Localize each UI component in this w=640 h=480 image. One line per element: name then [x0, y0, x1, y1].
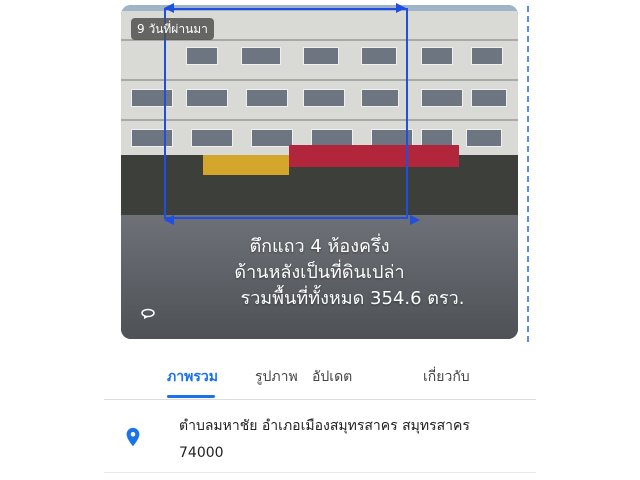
photo-age-badge: 9 วันที่ผ่านมา [131, 18, 214, 40]
location-pin-icon [126, 427, 140, 447]
caption-line-2: ด้านหลังเป็นที่ดินเปล่า [234, 262, 405, 283]
tab-about[interactable]: เกี่ยวกับ [423, 366, 470, 388]
caption-line-3: รวมพื้นที่ทั้งหมด 354.6 ตรว. [240, 288, 465, 309]
address-line-2: 74000 [179, 445, 224, 461]
next-photo-edge[interactable] [527, 6, 532, 342]
rotate-360-icon[interactable] [140, 307, 156, 319]
tab-overview[interactable]: ภาพรวม [167, 366, 218, 388]
tab-updates[interactable]: อัปเดต [312, 366, 352, 388]
tab-photos[interactable]: รูปภาพ [255, 366, 298, 388]
caption-line-1: ตึกแถว 4 ห้องครึ่ง [249, 236, 390, 257]
tabs-divider [104, 399, 536, 400]
place-tabs: ภาพรวม รูปภาพ อัปเดต เกี่ยวกับ [121, 356, 518, 400]
address-divider [104, 472, 536, 473]
active-tab-indicator [167, 395, 215, 398]
address-text[interactable]: ตำบลมหาชัย อำเภอเมืองสมุทรสาคร สมุทรสาคร… [179, 413, 524, 467]
address-line-1: ตำบลมหาชัย อำเภอเมืองสมุทรสาคร สมุทรสาคร [179, 418, 470, 434]
